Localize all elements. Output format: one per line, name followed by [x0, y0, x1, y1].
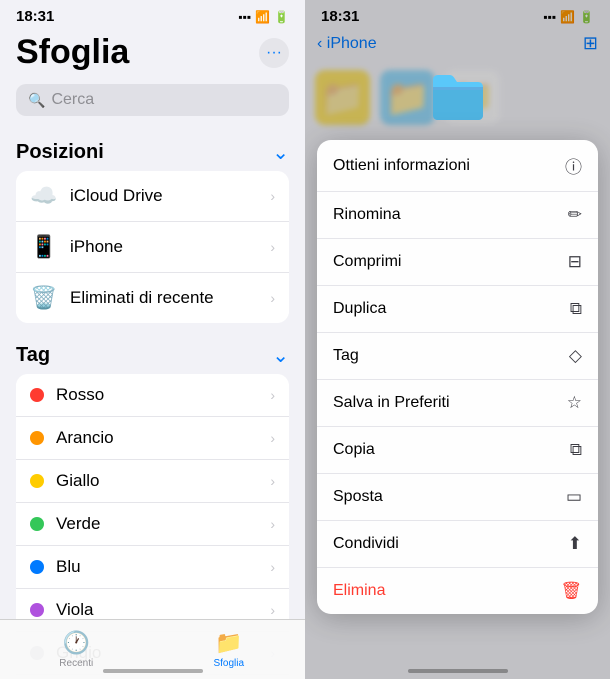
- ctx-move-icon: ▭: [566, 487, 582, 507]
- section-tag-title: Tag: [16, 344, 50, 367]
- posizioni-toggle[interactable]: ⌄: [272, 140, 289, 165]
- more-button[interactable]: ···: [259, 38, 289, 68]
- tag-dot-arancio: [30, 431, 44, 445]
- sfoglia-icon: 📁: [215, 630, 242, 656]
- tag-label-arancio: Arancio: [56, 428, 270, 448]
- tag-arancio[interactable]: Arancio ›: [16, 417, 289, 460]
- status-bar-left: 18:31 ▪▪▪ 📶 🔋: [0, 0, 305, 29]
- home-indicator-left: [103, 669, 203, 673]
- tab-recenti[interactable]: 🕐 Recenti: [0, 630, 153, 669]
- ctx-info-label: Ottieni informazioni: [333, 157, 470, 175]
- ctx-copy[interactable]: Copia ⧉: [317, 427, 598, 474]
- recenti-label: Recenti: [59, 658, 93, 669]
- eliminati-label: Eliminati di recente: [70, 288, 270, 308]
- tag-label-blu: Blu: [56, 557, 270, 577]
- ctx-duplicate-label: Duplica: [333, 300, 386, 318]
- ctx-info-icon: ⓘ: [565, 153, 582, 178]
- ctx-compress-label: Comprimi: [333, 253, 401, 271]
- section-tag-header: Tag ⌄: [0, 331, 305, 374]
- ctx-tag[interactable]: Tag ◇: [317, 333, 598, 380]
- ctx-info[interactable]: Ottieni informazioni ⓘ: [317, 140, 598, 192]
- trash-icon: 🗑️: [30, 284, 58, 312]
- icloud-label: iCloud Drive: [70, 186, 270, 206]
- ctx-save-fav[interactable]: Salva in Preferiti ☆: [317, 380, 598, 427]
- sfoglia-label: Sfoglia: [213, 658, 244, 669]
- tag-dot-viola: [30, 603, 44, 617]
- ctx-copy-label: Copia: [333, 441, 375, 459]
- time-left: 18:31: [16, 8, 54, 25]
- ctx-rename-label: Rinomina: [333, 206, 401, 224]
- icloud-chevron: ›: [270, 188, 275, 204]
- ctx-save-fav-icon: ☆: [567, 393, 582, 413]
- ctx-delete[interactable]: Elimina 🗑: [317, 568, 598, 614]
- section-posizioni-header: Posizioni ⌄: [0, 128, 305, 171]
- tag-dot-blu: [30, 560, 44, 574]
- tag-verde[interactable]: Verde ›: [16, 503, 289, 546]
- tag-label-verde: Verde: [56, 514, 270, 534]
- right-panel: 18:31 ▪▪▪ 📶 🔋 ‹ iPhone ⊞ 📁 📁 📁 Ottieni i…: [305, 0, 610, 679]
- tab-sfoglia[interactable]: 📁 Sfoglia: [153, 630, 306, 669]
- tag-giallo[interactable]: Giallo ›: [16, 460, 289, 503]
- icloud-icon: ☁️: [30, 182, 58, 210]
- page-header: Sfoglia ···: [0, 29, 305, 80]
- iphone-icon: 📱: [30, 233, 58, 261]
- tag-label-rosso: Rosso: [56, 385, 270, 405]
- tag-label-giallo: Giallo: [56, 471, 270, 491]
- posizioni-list: ☁️ iCloud Drive › 📱 iPhone › 🗑️ Eliminat…: [16, 171, 289, 323]
- scroll-content: Posizioni ⌄ ☁️ iCloud Drive › 📱 iPhone ›…: [0, 128, 305, 679]
- ctx-rename[interactable]: Rinomina ✏: [317, 192, 598, 239]
- tag-dot-verde: [30, 517, 44, 531]
- iphone-label: iPhone: [70, 237, 270, 257]
- ctx-rename-icon: ✏: [568, 205, 582, 225]
- ctx-copy-icon: ⧉: [570, 440, 582, 460]
- status-icons-left: ▪▪▪ 📶 🔋: [238, 10, 289, 24]
- left-panel: 18:31 ▪▪▪ 📶 🔋 Sfoglia ··· 🔍 Cerca Posizi…: [0, 0, 305, 679]
- ctx-duplicate-icon: ⧉: [570, 299, 582, 319]
- tag-blu[interactable]: Blu ›: [16, 546, 289, 589]
- selected-folder: [428, 70, 488, 139]
- ctx-duplicate[interactable]: Duplica ⧉: [317, 286, 598, 333]
- tag-toggle[interactable]: ⌄: [272, 343, 289, 368]
- search-bar[interactable]: 🔍 Cerca: [16, 84, 289, 116]
- ctx-delete-icon: 🗑: [560, 581, 582, 601]
- list-item-icloud[interactable]: ☁️ iCloud Drive ›: [16, 171, 289, 222]
- list-item-eliminati[interactable]: 🗑️ Eliminati di recente ›: [16, 273, 289, 323]
- section-posizioni-title: Posizioni: [16, 141, 104, 164]
- tag-dot-giallo: [30, 474, 44, 488]
- ctx-move[interactable]: Sposta ▭: [317, 474, 598, 521]
- ctx-compress[interactable]: Comprimi ⊟: [317, 239, 598, 286]
- ctx-tag-label: Tag: [333, 347, 359, 365]
- tag-dot-rosso: [30, 388, 44, 402]
- tag-rosso[interactable]: Rosso ›: [16, 374, 289, 417]
- recenti-icon: 🕐: [63, 630, 90, 656]
- list-item-iphone[interactable]: 📱 iPhone ›: [16, 222, 289, 273]
- ctx-share[interactable]: Condividi ⬆: [317, 521, 598, 568]
- ctx-save-fav-label: Salva in Preferiti: [333, 394, 450, 412]
- ctx-move-label: Sposta: [333, 488, 383, 506]
- iphone-chevron: ›: [270, 239, 275, 255]
- search-placeholder: Cerca: [51, 91, 94, 109]
- more-icon: ···: [266, 44, 282, 62]
- ctx-share-icon: ⬆: [568, 534, 582, 554]
- context-menu: Ottieni informazioni ⓘ Rinomina ✏ Compri…: [317, 140, 598, 614]
- ctx-compress-icon: ⊟: [568, 252, 582, 272]
- page-title: Sfoglia: [16, 33, 129, 72]
- ctx-delete-label: Elimina: [333, 582, 385, 600]
- ctx-tag-icon: ◇: [569, 346, 582, 366]
- tag-label-viola: Viola: [56, 600, 270, 620]
- eliminati-chevron: ›: [270, 290, 275, 306]
- ctx-share-label: Condividi: [333, 535, 399, 553]
- search-icon: 🔍: [28, 92, 45, 109]
